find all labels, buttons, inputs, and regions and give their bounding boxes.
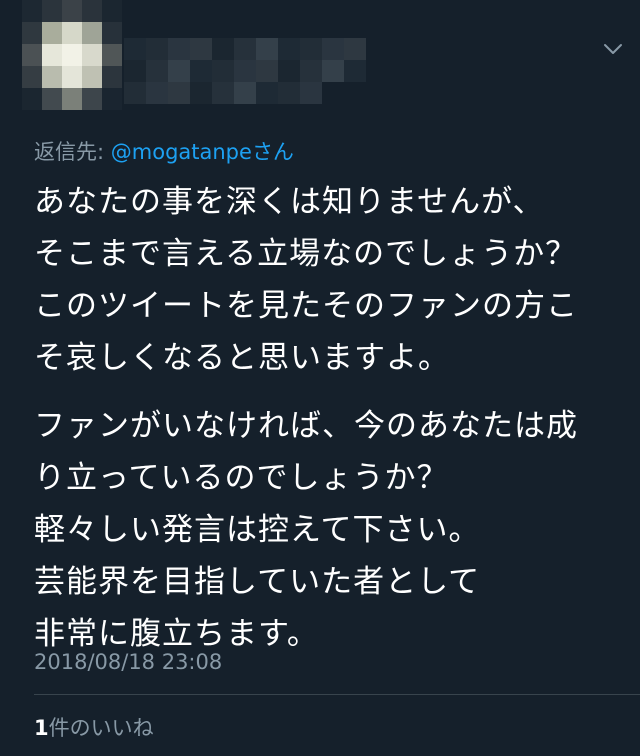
avatar-pixel — [22, 44, 42, 66]
avatar-pixel — [42, 22, 62, 44]
name-blur-pixel — [190, 82, 212, 104]
name-blur-pixel — [234, 60, 256, 82]
avatar-pixel — [22, 66, 42, 88]
reply-suffix[interactable]: さん — [252, 140, 294, 164]
avatar-pixel — [22, 88, 42, 110]
name-blur-pixel — [278, 60, 300, 82]
avatar-pixel — [102, 88, 122, 110]
name-blur-pixel — [124, 82, 146, 104]
name-blur-pixel — [146, 82, 168, 104]
name-blur-pixel — [168, 60, 190, 82]
timestamp[interactable]: 2018/08/18 23:08 — [34, 648, 222, 676]
tweet-header — [0, 0, 640, 120]
avatar-pixel — [42, 44, 62, 66]
tweet-text-line: そこまで言える立場なのでしょうか？ — [34, 236, 578, 272]
name-blur-pixel — [278, 82, 300, 104]
avatar-pixel — [102, 0, 122, 22]
avatar-pixel — [62, 66, 82, 88]
avatar-pixel — [82, 22, 102, 44]
avatar-pixel — [102, 44, 122, 66]
name-blur-pixel — [344, 60, 366, 82]
reply-handle[interactable]: @mogatanpe — [111, 140, 252, 164]
name-blur-pixel — [212, 82, 234, 104]
name-blur-pixel — [124, 38, 146, 60]
tweet-text-line: あなたの事を深くは知りませんが、 — [34, 184, 545, 220]
tweet-text-line: ファンがいなければ、今のあなたは成 — [34, 408, 578, 444]
name-blur-pixel — [190, 60, 212, 82]
avatar-pixel — [102, 66, 122, 88]
tweet-text-line: 軽々しい発言は控えて下さい。 — [34, 512, 481, 548]
reply-prefix: 返信先: — [34, 140, 111, 164]
avatar-pixel — [62, 44, 82, 66]
avatar-pixel — [82, 88, 102, 110]
name-blur-pixel — [256, 82, 278, 104]
avatar-pixel — [62, 22, 82, 44]
reply-handle-link[interactable]: @mogatanpeさん — [111, 140, 294, 164]
name-blur-pixel — [256, 38, 278, 60]
tweet-text-line: このツイートを見たそのファンの方こ — [34, 288, 578, 324]
name-blur-pixel — [278, 38, 300, 60]
name-blur-pixel — [190, 38, 212, 60]
name-blur-pixel — [322, 60, 344, 82]
name-blur-pixel — [146, 60, 168, 82]
name-blur-pixel — [300, 82, 322, 104]
tweet-text: あなたの事を深くは知りませんが、 そこまで言える立場なのでしょうか？ このツイートを… — [34, 176, 630, 660]
avatar-pixel — [22, 22, 42, 44]
name-blur-pixel — [256, 60, 278, 82]
avatar-pixel — [22, 0, 42, 22]
likes-label[interactable]: 件のいいね — [49, 716, 154, 740]
chevron-down-icon[interactable] — [602, 38, 624, 60]
name-blur-pixel — [344, 38, 366, 60]
name-blur-pixel — [300, 38, 322, 60]
name-blur-pixel — [234, 82, 256, 104]
divider — [34, 694, 640, 695]
user-name[interactable] — [124, 38, 374, 104]
avatar-pixel — [102, 22, 122, 44]
tweet-text-line: 芸能界を目指していた者として — [34, 564, 481, 600]
name-blur-pixel — [234, 38, 256, 60]
avatar-pixel — [82, 44, 102, 66]
avatar-pixel — [42, 0, 62, 22]
avatar-pixel — [82, 0, 102, 22]
tweet-text-line: そ哀しくなると思いますよ。 — [34, 340, 450, 376]
name-blur-pixel — [212, 38, 234, 60]
name-blur-pixel — [212, 60, 234, 82]
reply-to-line: 返信先: @mogatanpeさん — [34, 138, 294, 166]
likes-count[interactable]: 1 — [34, 716, 49, 740]
name-blur-pixel — [124, 60, 146, 82]
avatar-pixel — [42, 66, 62, 88]
tweet-text-line: り立っているのでしょうか？ — [34, 460, 449, 496]
avatar[interactable] — [22, 0, 122, 112]
avatar-pixel — [42, 88, 62, 110]
name-blur-pixel — [300, 60, 322, 82]
avatar-pixel — [62, 88, 82, 110]
name-blur-pixel — [146, 38, 168, 60]
avatar-pixel — [62, 0, 82, 22]
name-blur-pixel — [168, 82, 190, 104]
avatar-pixel — [82, 66, 102, 88]
likes-summary[interactable]: 1件のいいね — [34, 714, 154, 742]
name-blur-pixel — [168, 38, 190, 60]
name-blur-pixel — [322, 38, 344, 60]
